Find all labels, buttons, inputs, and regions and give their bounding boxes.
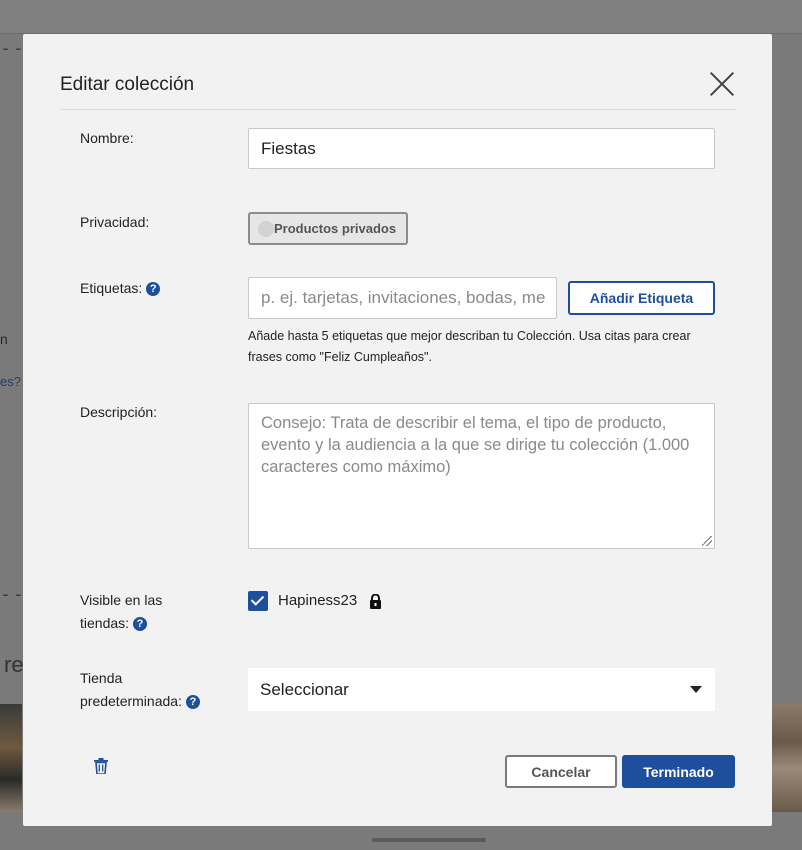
name-input[interactable]: Fiestas bbox=[248, 128, 715, 169]
privacy-label: Privacidad: bbox=[80, 214, 150, 230]
private-products-label: Productos privados bbox=[274, 221, 397, 236]
toggle-knob bbox=[258, 220, 274, 237]
tags-input[interactable]: p. ej. tarjetas, invitaciones, bodas, me bbox=[248, 277, 557, 319]
cancel-button[interactable]: Cancelar bbox=[505, 755, 617, 788]
help-icon[interactable]: ? bbox=[185, 695, 200, 709]
name-input-value: Fiestas bbox=[261, 138, 316, 158]
tags-input-placeholder: p. ej. tarjetas, invitaciones, bodas, me bbox=[261, 288, 546, 307]
tags-label: Etiquetas:? bbox=[80, 277, 161, 300]
description-label: Descripción: bbox=[80, 404, 158, 420]
visible-in-stores-label: Visible en las tiendas:? bbox=[80, 589, 162, 635]
lock-icon bbox=[370, 594, 381, 609]
add-tag-button[interactable]: Añadir Etiqueta bbox=[568, 281, 715, 315]
resize-handle-icon[interactable] bbox=[702, 536, 712, 546]
description-textarea[interactable]: Consejo: Trata de describir el tema, el … bbox=[248, 403, 715, 549]
help-icon[interactable]: ? bbox=[146, 282, 161, 296]
default-store-select[interactable]: Seleccionar bbox=[248, 668, 715, 711]
background-product-image bbox=[772, 704, 802, 812]
caret-down-icon bbox=[690, 686, 702, 693]
default-store-selected: Seleccionar bbox=[260, 679, 349, 699]
store-name: Hapiness23 bbox=[278, 592, 358, 609]
visible-label-line2: tiendas: bbox=[80, 615, 130, 631]
background-header bbox=[0, 0, 802, 34]
modal-title: Editar colección bbox=[60, 74, 195, 95]
close-icon[interactable] bbox=[709, 71, 735, 97]
background-link: es? bbox=[0, 374, 21, 389]
description-placeholder: Consejo: Trata de describir el tema, el … bbox=[261, 414, 690, 476]
done-button[interactable]: Terminado bbox=[622, 755, 735, 788]
background-heading: re bbox=[4, 652, 24, 677]
title-divider bbox=[60, 109, 736, 110]
help-icon[interactable]: ? bbox=[133, 617, 148, 631]
name-label: Nombre: bbox=[80, 130, 134, 146]
tags-label-text: Etiquetas: bbox=[80, 280, 143, 296]
store-visible-checkbox[interactable] bbox=[248, 591, 268, 611]
default-store-label: Tienda predeterminada:? bbox=[80, 667, 200, 713]
background-text: n bbox=[0, 331, 8, 347]
visible-label-line1: Visible en las bbox=[80, 592, 163, 608]
tags-hint: Añade hasta 5 etiquetas que mejor descri… bbox=[248, 329, 691, 364]
background-product-image bbox=[0, 704, 22, 812]
edit-collection-modal: Editar colección Nombre: Fiestas Privaci… bbox=[23, 34, 772, 826]
default-store-label-line2: predeterminada: bbox=[80, 693, 182, 709]
private-products-toggle[interactable]: Productos privados bbox=[248, 212, 408, 245]
trash-icon[interactable] bbox=[94, 758, 108, 774]
default-store-label-line1: Tienda bbox=[80, 670, 123, 686]
background-divider: -- bbox=[0, 38, 26, 59]
background-divider: -- bbox=[0, 584, 26, 605]
background-scroll-indicator bbox=[372, 838, 486, 842]
